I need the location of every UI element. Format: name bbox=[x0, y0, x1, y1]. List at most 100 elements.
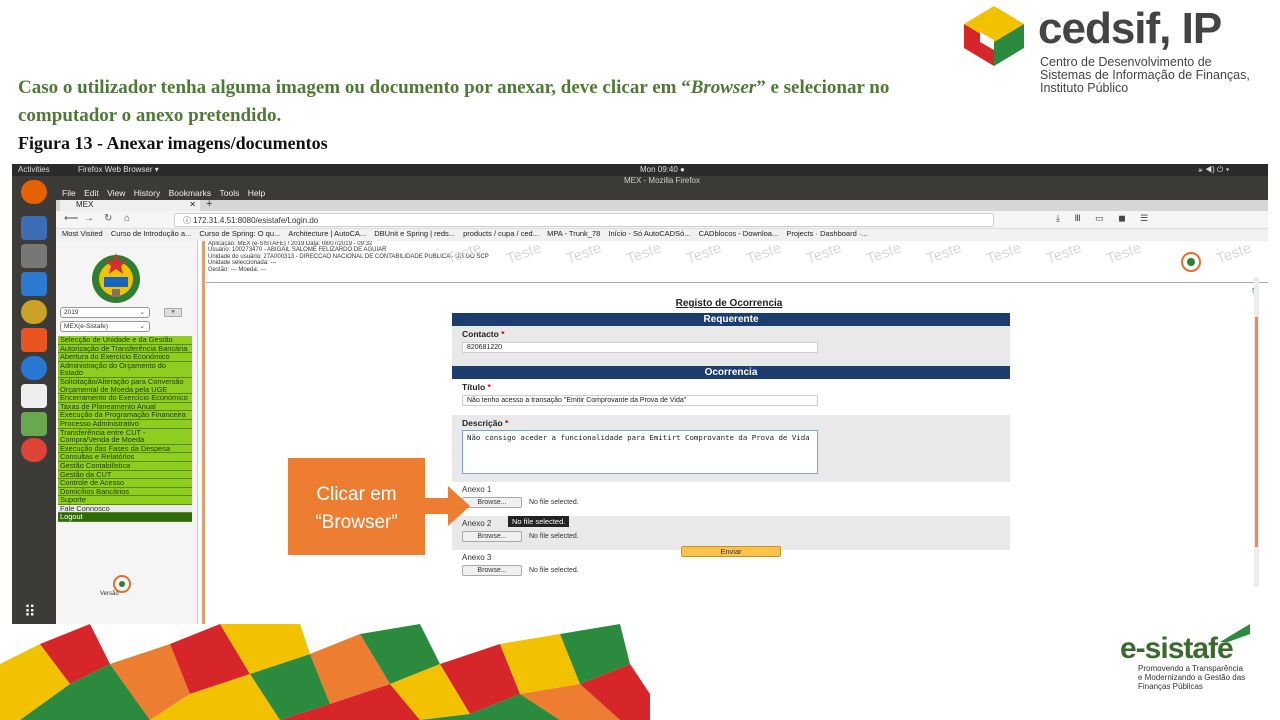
menu-item[interactable]: Administração do Orçamento do Estado bbox=[58, 361, 192, 378]
apps-grid-icon[interactable]: ⠿ bbox=[24, 602, 37, 622]
browse-button-anexo-2[interactable]: Browse... bbox=[462, 531, 522, 542]
titulo-input[interactable]: Não tenho acesso a transação "Emitir Com… bbox=[462, 395, 818, 406]
thunderbird-icon[interactable] bbox=[21, 216, 47, 240]
orange-divider bbox=[202, 241, 205, 624]
descricao-textarea[interactable]: Não consigo aceder a funcionalidade para… bbox=[462, 430, 818, 474]
decorative-pattern bbox=[0, 624, 650, 720]
close-tab-icon[interactable]: ✕ bbox=[189, 200, 196, 209]
mozambique-emblem-icon bbox=[92, 253, 140, 303]
bookmark-item[interactable]: Curso de Introdução a... bbox=[111, 229, 191, 238]
page-scrollbar[interactable] bbox=[1254, 277, 1259, 587]
navigation-bar: ⟵ → ↻ ⌂ ⓘ 172.31.4.51:8080/esistafe/Logi… bbox=[56, 211, 1268, 229]
chrome-icon[interactable] bbox=[21, 438, 47, 462]
go-button[interactable]: » bbox=[164, 308, 182, 317]
browser-screenshot: Activities Firefox Web Browser ▾ Mon 09:… bbox=[12, 164, 1268, 624]
amazon-icon[interactable] bbox=[21, 384, 47, 408]
form-title: Registo de Ocorrencia bbox=[675, 298, 783, 309]
file-tooltip: No file selected. bbox=[508, 516, 570, 527]
esistafe-wordmark: e-sistafe bbox=[1120, 632, 1234, 665]
browser-emphasis: Browser bbox=[690, 77, 757, 98]
callout-arrow-icon bbox=[424, 486, 470, 526]
cedsif-logo: cedsif, IP Centro de Desenvolvimento de … bbox=[962, 0, 1262, 96]
bookmark-item[interactable]: Início - Só AutoCADSó... bbox=[608, 229, 690, 238]
web-page: 2019 ⌄ » MEX(e-Sistafe) ⌄ Selecção de Unid… bbox=[56, 241, 1268, 624]
section-ocorrencia: Ocorrencia bbox=[452, 366, 1010, 379]
ubuntu-topbar: Activities Firefox Web Browser ▾ Mon 09:… bbox=[12, 164, 1268, 176]
bookmark-item[interactable]: Curso de Spring: O qu... bbox=[199, 229, 280, 238]
page-content: Aplicação: MEX (e-SISTAFE) / 2019 Data: … bbox=[206, 241, 1268, 624]
tab-mex[interactable]: MEX ✕ bbox=[60, 200, 200, 211]
esistafe-flag-icon bbox=[1220, 624, 1250, 642]
activities-button[interactable]: Activities bbox=[18, 165, 50, 174]
menu-item[interactable]: Solicitação/Alteração para Conversão Orç… bbox=[58, 378, 192, 395]
firefox-icon[interactable] bbox=[21, 180, 47, 204]
bookmark-item[interactable]: Most Visited bbox=[62, 229, 103, 238]
enviar-button[interactable]: Enviar bbox=[681, 546, 781, 557]
titulo-group: Título * Não tenho acesso a transação "E… bbox=[452, 379, 1010, 415]
occurrence-form: Requerente Contacto * 820681220 Ocorrenc… bbox=[452, 313, 1010, 584]
bookmark-item[interactable]: products / cupa / ced... bbox=[463, 229, 539, 238]
contacto-group: Contacto * 820681220 bbox=[452, 326, 1010, 366]
file-status: No file selected. bbox=[528, 567, 579, 574]
help-icon[interactable] bbox=[21, 356, 47, 380]
left-navigation: 2019 ⌄ » MEX(e-Sistafe) ⌄ Selecção de Unid… bbox=[56, 241, 198, 624]
cedsif-mark-icon bbox=[964, 6, 1024, 66]
menu-tools[interactable]: Tools bbox=[219, 188, 239, 198]
section-requerente: Requerente bbox=[452, 313, 1010, 326]
toolbar-icons[interactable]: ⤓ Ⅲ ▭ ◼ ☰ bbox=[1056, 213, 1154, 224]
slide-instruction: Caso o utilizador tenha alguma imagem ou… bbox=[18, 77, 890, 126]
callout-box: Clicar em “Browser” bbox=[288, 458, 425, 555]
cedsif-subtitle: Centro de Desenvolvimento de Sistemas de… bbox=[1040, 55, 1250, 95]
contacto-input[interactable]: 820681220 bbox=[462, 342, 818, 353]
menu-view[interactable]: View bbox=[107, 188, 125, 198]
software-center-icon[interactable] bbox=[21, 328, 47, 352]
back-icon[interactable]: ⟵ bbox=[64, 213, 78, 224]
app-menu[interactable]: Firefox Web Browser ▾ bbox=[78, 165, 159, 174]
home-icon[interactable]: ⌂ bbox=[124, 213, 130, 224]
version-label: Versão bbox=[100, 591, 119, 597]
menu-bookmarks[interactable]: Bookmarks bbox=[169, 188, 212, 198]
bookmark-item[interactable]: Projects · Dashboard ·... bbox=[786, 229, 867, 238]
esistafe-header-logo-icon bbox=[1181, 252, 1201, 272]
descricao-group: Descrição * Não consigo aceder a funcion… bbox=[452, 415, 1010, 482]
bookmark-item[interactable]: MPA - Trunk_78 bbox=[547, 229, 600, 238]
browse-button-anexo-1[interactable]: Browse... bbox=[462, 497, 522, 508]
new-tab-icon[interactable]: + bbox=[206, 198, 212, 210]
anexo-1-group: Anexo 1 Browse... No file selected. bbox=[452, 482, 1010, 516]
anexo-2-group: Anexo 2 No file selected. Browse... No f… bbox=[452, 516, 1010, 550]
figure-caption: Figura 13 - Anexar imagens/documentos bbox=[18, 133, 328, 153]
file-status: No file selected. bbox=[528, 533, 579, 540]
cedsif-name: cedsif, IP bbox=[1038, 4, 1222, 53]
bookmark-item[interactable]: DBUnit e Spring | reds... bbox=[374, 229, 455, 238]
bookmarks-toolbar: Most Visited Curso de Introdução a... Cu… bbox=[56, 229, 1268, 241]
esistafe-tagline: Promovendo a Transparência e Modernizand… bbox=[1138, 664, 1246, 691]
firefox-menubar: File Edit View History Bookmarks Tools H… bbox=[56, 188, 1268, 200]
writer-icon[interactable] bbox=[21, 272, 47, 296]
esistafe-logo: e-sistafe Promovendo a Transparência e M… bbox=[1120, 624, 1270, 720]
menu-item[interactable]: Transferência entre CUT - Compra/Venda d… bbox=[58, 428, 192, 445]
file-status: No file selected. bbox=[528, 499, 579, 506]
bookmark-item[interactable]: CADblocos - Downloa... bbox=[699, 229, 779, 238]
menu-edit[interactable]: Edit bbox=[84, 188, 99, 198]
reload-icon[interactable]: ↻ bbox=[104, 213, 112, 224]
menu-history[interactable]: History bbox=[134, 188, 160, 198]
files-icon[interactable] bbox=[21, 244, 47, 268]
url-bar[interactable]: ⓘ 172.31.4.51:8080/esistafe/Login.do bbox=[174, 213, 994, 227]
browse-button-anexo-3[interactable]: Browse... bbox=[462, 565, 522, 576]
year-select[interactable]: 2019 ⌄ bbox=[60, 307, 150, 318]
rhythmbox-icon[interactable] bbox=[21, 300, 47, 324]
clock[interactable]: Mon 09:40 ● bbox=[640, 165, 685, 174]
editor-icon[interactable] bbox=[21, 412, 47, 436]
module-select[interactable]: MEX(e-Sistafe) ⌄ bbox=[60, 321, 150, 332]
menu-help[interactable]: Help bbox=[248, 188, 265, 198]
main-menu: Selecção de Unidade e da Gestão Autoriza… bbox=[58, 336, 192, 523]
system-tray-icon[interactable]: ⚹ ◀) ⏻ ▾ bbox=[1198, 165, 1230, 175]
window-title: MEX - Mozilla Firefox bbox=[56, 176, 1268, 188]
tab-strip: MEX ✕ + bbox=[56, 198, 1268, 211]
bookmark-item[interactable]: Architecture | AutoCA... bbox=[288, 229, 366, 238]
logout-menu-item[interactable]: Logout bbox=[58, 513, 192, 523]
forward-icon[interactable]: → bbox=[84, 213, 94, 224]
ubuntu-launcher: ⠿ bbox=[12, 176, 56, 624]
menu-file[interactable]: File bbox=[62, 188, 76, 198]
session-info: Aplicação: MEX (e-SISTAFE) / 2019 Data: … bbox=[206, 241, 1268, 283]
